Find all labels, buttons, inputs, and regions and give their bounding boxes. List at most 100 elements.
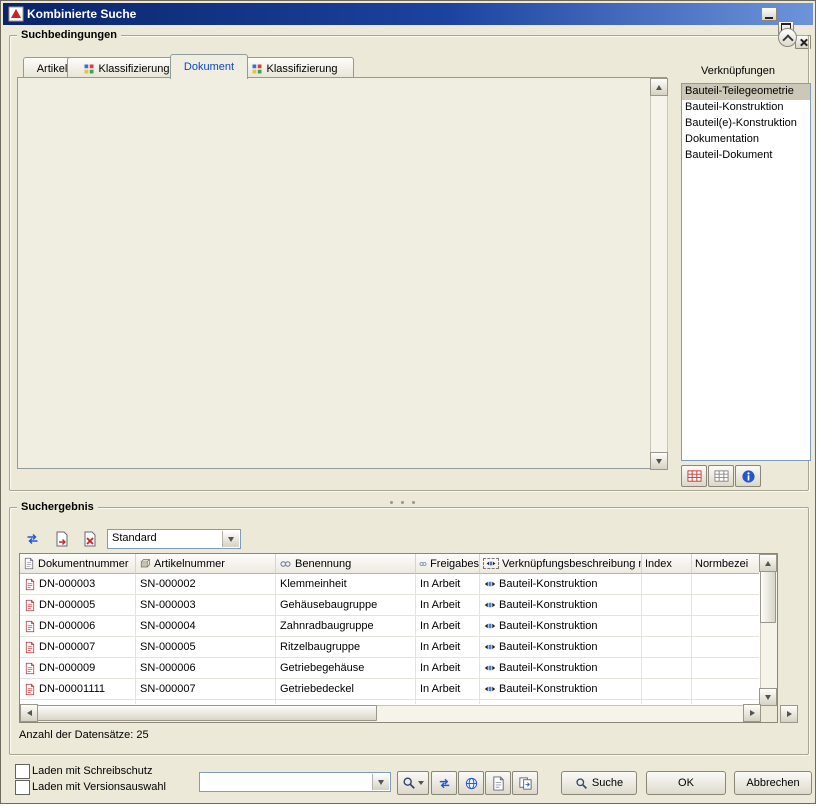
focus-rect-icon	[483, 558, 499, 569]
column-header-benennung[interactable]: Benennung	[276, 554, 416, 574]
column-header-artikelnummer[interactable]: Artikelnummer	[136, 554, 276, 574]
kombinierte-suche-dialog: Kombinierte Suche Suchbedingungen Artike…	[0, 0, 816, 804]
list-item[interactable]: Dokumentation	[682, 132, 810, 148]
delete-results-button[interactable]	[79, 529, 101, 549]
grid-gray-icon	[714, 469, 729, 484]
export-icon	[54, 531, 70, 547]
app-icon	[8, 6, 24, 22]
result-table[interactable]: Dokumentnummer Artikelnummer Benennung F…	[19, 553, 778, 723]
refresh-icon	[437, 776, 452, 791]
titlebar[interactable]: Kombinierte Suche	[3, 3, 813, 25]
verknuepfungen-title: Verknüpfungen	[701, 65, 775, 78]
magnifier-icon	[575, 777, 588, 790]
arrow-left-icon	[27, 710, 32, 716]
table-body: DN-000003 SN-000002 Klemmeinheit In Arbe…	[20, 574, 759, 704]
document-red-icon	[24, 578, 36, 591]
table-vscroll-thumb[interactable]	[760, 571, 776, 623]
verknuepfungen-listbox[interactable]: Bauteil-Teilegeometrie Bauteil-Konstrukt…	[681, 83, 811, 461]
table-row[interactable]: DN-000006 SN-000004 Zahnradbaugruppe In …	[20, 616, 759, 637]
table-row[interactable]: DN-00001111 SN-000007 Getriebedeckel In …	[20, 679, 759, 700]
view-grid-gray-button[interactable]	[708, 465, 734, 487]
form-scroll-up-button[interactable]	[650, 78, 668, 96]
suchbedingungen-legend: Suchbedingungen	[17, 29, 121, 41]
magnifier-icon	[402, 776, 416, 790]
table-row[interactable]: DN-000007 SN-000005 Ritzelbaugruppe In A…	[20, 637, 759, 658]
document-button[interactable]	[485, 771, 511, 795]
chevron-down-icon[interactable]	[222, 531, 239, 547]
abbrechen-button[interactable]: Abbrechen	[734, 771, 812, 795]
info-button[interactable]	[735, 465, 761, 487]
table-row[interactable]: DN-000005 SN-000003 Gehäusebaugruppe In …	[20, 595, 759, 616]
link-arrows-icon	[484, 664, 496, 672]
refresh-button[interactable]	[431, 771, 457, 795]
view-grid-red-button[interactable]	[681, 465, 707, 487]
record-count: Anzahl der Datensätze: 25	[19, 729, 149, 742]
search-options-button[interactable]	[397, 771, 429, 795]
list-item[interactable]: Bauteil-Teilegeometrie	[682, 84, 810, 100]
ok-button[interactable]: OK	[646, 771, 726, 795]
column-header-freigabestatus[interactable]: Freigabes	[416, 554, 480, 574]
document-red-icon	[24, 662, 36, 675]
tab-klassifizierung-1[interactable]: Klassifizierung	[67, 57, 185, 79]
result-scroll-right-button[interactable]	[780, 705, 798, 723]
form-scroll-down-button[interactable]	[650, 452, 668, 470]
arrow-right-icon	[750, 710, 755, 716]
schreibschutz-label: Laden mit Schreibschutz	[32, 765, 152, 778]
column-header-verknuepfungsbeschreibung[interactable]: Verknüpfungsbeschreibung mit	[480, 554, 642, 574]
table-row[interactable]: DN-000009 SN-000006 Getriebegehäuse In A…	[20, 658, 759, 679]
chevron-down-icon	[418, 781, 424, 785]
arrow-up-icon	[765, 561, 771, 566]
versionsauswahl-label: Laden mit Versionsauswahl	[32, 781, 166, 794]
versionsauswahl-checkbox[interactable]	[15, 780, 30, 795]
info-icon	[741, 469, 756, 484]
column-header-dokumentnummer[interactable]: Dokumentnummer	[20, 554, 136, 574]
delete-icon	[82, 531, 98, 547]
copy-sheets-icon	[518, 776, 533, 791]
document-red-icon	[24, 683, 36, 696]
list-item[interactable]: Bauteil(e)-Konstruktion	[682, 116, 810, 132]
arrow-down-icon	[765, 695, 771, 700]
classification-icon	[251, 63, 263, 75]
column-header-index[interactable]: Index	[642, 554, 692, 574]
suchergebnis-legend: Suchergebnis	[17, 501, 98, 513]
document-icon	[23, 557, 35, 570]
tab-klassifizierung-2[interactable]: Klassifizierung	[234, 57, 354, 79]
chevron-down-icon[interactable]	[372, 774, 389, 790]
table-scroll-up-button[interactable]	[759, 554, 777, 572]
table-scroll-down-button[interactable]	[759, 688, 777, 706]
link-arrows-icon	[484, 580, 496, 588]
chevron-up-icon	[782, 34, 793, 45]
result-layout-combobox[interactable]: Standard	[107, 529, 241, 549]
link-arrows-icon	[484, 685, 496, 693]
scrollbar-corner	[761, 706, 777, 722]
export-results-button[interactable]	[51, 529, 73, 549]
table-hscroll-thumb[interactable]	[37, 705, 377, 721]
table-row[interactable]: DN-000003 SN-000002 Klemmeinheit In Arbe…	[20, 574, 759, 595]
link-icon	[279, 558, 292, 570]
link-arrows-icon	[484, 601, 496, 609]
column-header-normbezeichnung[interactable]: Normbezei	[692, 554, 759, 574]
document-red-icon	[24, 599, 36, 612]
load-option-combobox[interactable]	[199, 772, 391, 792]
table-row[interactable]: DN-000013 SN-000008 Zahnrad In Arbeit Ba…	[20, 700, 759, 704]
dokument-tab-page	[17, 77, 667, 469]
web-button[interactable]	[458, 771, 484, 795]
document-icon	[491, 776, 506, 791]
link-arrows-icon	[484, 643, 496, 651]
document-red-icon	[24, 620, 36, 633]
refresh-icon	[24, 531, 41, 547]
arrow-up-icon	[656, 85, 662, 90]
list-item[interactable]: Bauteil-Konstruktion	[682, 100, 810, 116]
minimize-button[interactable]	[761, 7, 777, 21]
link-icon	[419, 558, 427, 570]
tab-dokument[interactable]: Dokument	[170, 54, 248, 79]
collapse-button[interactable]	[778, 28, 797, 47]
refresh-results-button[interactable]	[21, 529, 43, 549]
table-scroll-left-button[interactable]	[20, 704, 38, 722]
document-copy-button[interactable]	[512, 771, 538, 795]
list-item[interactable]: Bauteil-Dokument	[682, 148, 810, 164]
table-scroll-right-button[interactable]	[743, 704, 761, 722]
schreibschutz-checkbox[interactable]	[15, 764, 30, 779]
form-scrollbar[interactable]	[650, 78, 668, 470]
suche-button[interactable]: Suche	[561, 771, 637, 795]
